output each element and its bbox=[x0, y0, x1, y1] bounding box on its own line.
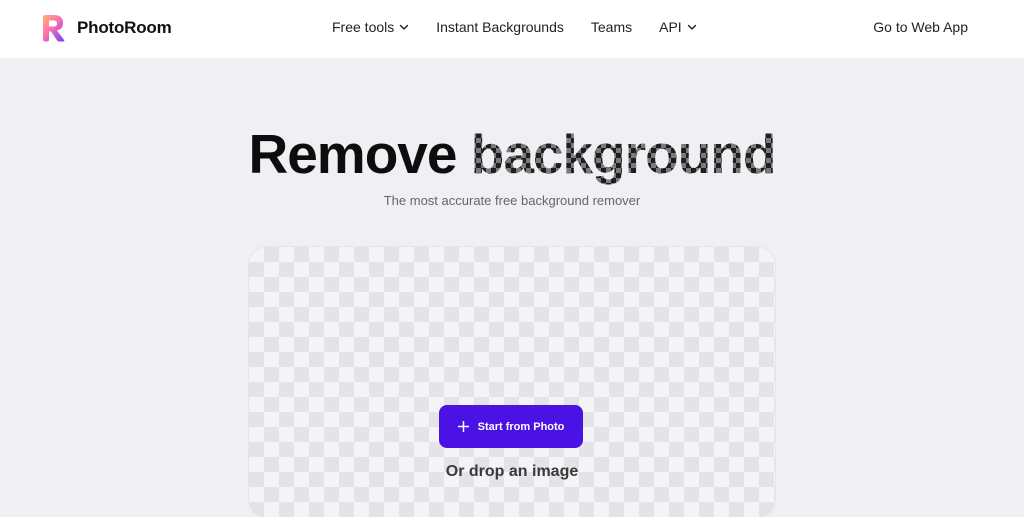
page-title: Remove background bbox=[0, 118, 1024, 190]
image-drop-zone[interactable]: Start from Photo Or drop an image bbox=[249, 247, 775, 517]
start-from-photo-label: Start from Photo bbox=[477, 420, 565, 433]
plus-icon bbox=[457, 421, 469, 432]
title-plain: Remove bbox=[248, 123, 457, 185]
page-subtitle: The most accurate free background remove… bbox=[383, 193, 641, 208]
nav-item-label: Instant Backgrounds bbox=[436, 19, 564, 35]
nav-item-api[interactable]: API bbox=[659, 19, 697, 35]
brand-logo[interactable]: PhotoRoom bbox=[41, 14, 172, 42]
top-navbar: PhotoRoom Free tools Instant Backgrounds… bbox=[0, 0, 1024, 58]
nav-item-teams[interactable]: Teams bbox=[591, 19, 632, 35]
nav-item-label: Free tools bbox=[332, 19, 395, 35]
nav-item-label: API bbox=[659, 19, 682, 35]
drop-image-text: Or drop an image bbox=[445, 463, 579, 480]
start-from-photo-button[interactable]: Start from Photo bbox=[439, 405, 583, 448]
title-highlight: background bbox=[470, 123, 776, 185]
brand-name: PhotoRoom bbox=[77, 18, 172, 37]
main-nav: Free tools Instant Backgrounds Teams API bbox=[332, 19, 724, 35]
nav-item-label: Teams bbox=[590, 19, 633, 35]
photoroom-logo-icon bbox=[43, 15, 65, 42]
nav-item-instant-backgrounds[interactable]: Instant Backgrounds bbox=[436, 19, 564, 35]
chevron-down-icon bbox=[687, 24, 696, 30]
chevron-down-icon bbox=[400, 24, 409, 30]
nav-item-free-tools[interactable]: Free tools bbox=[332, 19, 409, 35]
go-to-web-app-link[interactable]: Go to Web App bbox=[873, 19, 968, 35]
